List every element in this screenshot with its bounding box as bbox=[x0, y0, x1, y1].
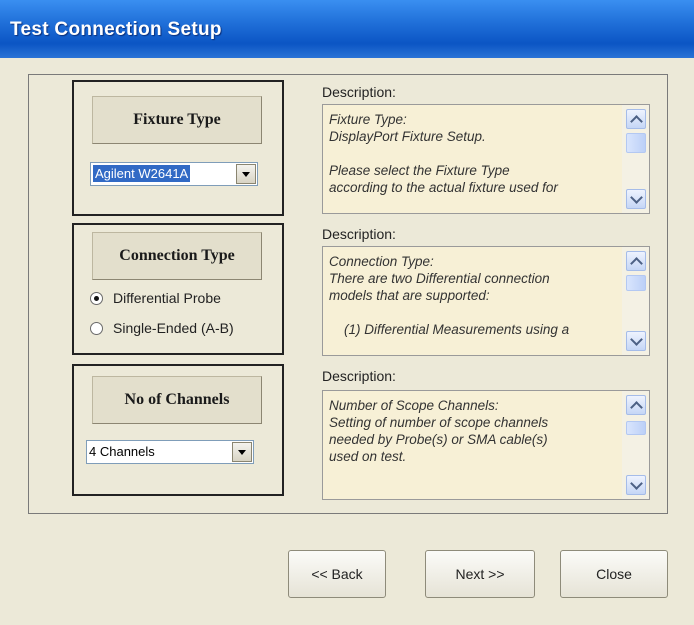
radio-single-ended[interactable]: Single-Ended (A-B) bbox=[90, 320, 234, 336]
radio-differential-probe[interactable]: Differential Probe bbox=[90, 290, 221, 306]
dialog-window: Test Connection Setup Fixture Type Agile… bbox=[0, 0, 694, 625]
fixture-description-box[interactable]: Fixture Type: DisplayPort Fixture Setup.… bbox=[322, 104, 650, 214]
window-title: Test Connection Setup bbox=[10, 19, 222, 40]
scroll-thumb[interactable] bbox=[626, 275, 646, 291]
channels-header: No of Channels bbox=[92, 376, 262, 424]
description-text: Fixture Type: DisplayPort Fixture Setup.… bbox=[329, 112, 558, 195]
connection-type-group: Connection Type Differential Probe Singl… bbox=[72, 223, 284, 355]
dropdown-arrow-icon[interactable] bbox=[232, 442, 252, 462]
back-button[interactable]: << Back bbox=[288, 550, 386, 598]
radio-label: Single-Ended (A-B) bbox=[113, 320, 234, 336]
chevron-down-icon[interactable] bbox=[626, 475, 646, 495]
scroll-thumb[interactable] bbox=[626, 421, 646, 435]
connection-type-header: Connection Type bbox=[92, 232, 262, 280]
channels-select[interactable]: 4 Channels bbox=[86, 440, 254, 464]
fixture-type-select[interactable]: Agilent W2641A bbox=[90, 162, 258, 186]
fixture-type-header: Fixture Type bbox=[92, 96, 262, 144]
description-text: Connection Type: There are two Different… bbox=[329, 254, 570, 337]
chevron-up-icon[interactable] bbox=[626, 251, 646, 271]
description-scrollbar[interactable] bbox=[622, 105, 649, 213]
scroll-thumb[interactable] bbox=[626, 133, 646, 153]
channels-description-box[interactable]: Number of Scope Channels: Setting of num… bbox=[322, 390, 650, 500]
fixture-type-group: Fixture Type Agilent W2641A bbox=[72, 80, 284, 216]
radio-dot-icon[interactable] bbox=[90, 321, 103, 335]
chevron-up-icon[interactable] bbox=[626, 395, 646, 415]
dropdown-arrow-icon[interactable] bbox=[236, 164, 256, 184]
fixture-type-value: Agilent W2641A bbox=[93, 165, 191, 182]
radio-dot-icon[interactable] bbox=[90, 291, 103, 305]
description-label: Description: bbox=[322, 368, 396, 384]
close-button[interactable]: Close bbox=[560, 550, 668, 598]
description-label: Description: bbox=[322, 84, 396, 100]
description-text: Number of Scope Channels: Setting of num… bbox=[329, 398, 549, 464]
description-label: Description: bbox=[322, 226, 396, 242]
channels-value: 4 Channels bbox=[89, 444, 155, 459]
next-button[interactable]: Next >> bbox=[425, 550, 535, 598]
radio-label: Differential Probe bbox=[113, 290, 221, 306]
chevron-down-icon[interactable] bbox=[626, 189, 646, 209]
channels-group: No of Channels 4 Channels bbox=[72, 364, 284, 496]
description-scrollbar[interactable] bbox=[622, 247, 649, 355]
description-scrollbar[interactable] bbox=[622, 391, 649, 499]
title-bar[interactable]: Test Connection Setup bbox=[0, 0, 694, 58]
chevron-down-icon[interactable] bbox=[626, 331, 646, 351]
chevron-up-icon[interactable] bbox=[626, 109, 646, 129]
connection-description-box[interactable]: Connection Type: There are two Different… bbox=[322, 246, 650, 356]
